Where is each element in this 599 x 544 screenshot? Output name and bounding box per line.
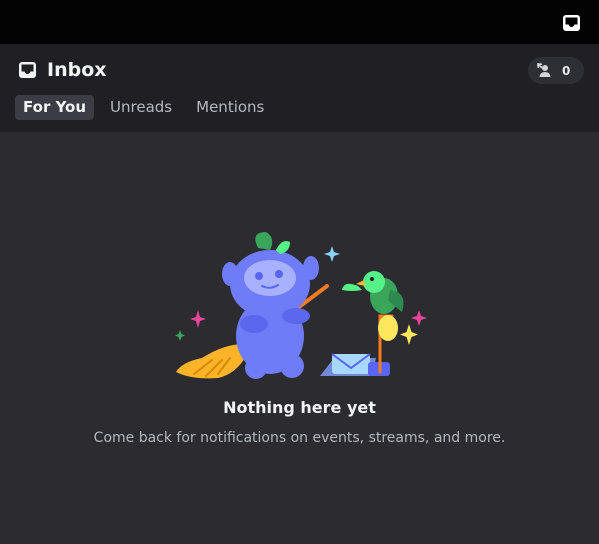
tab-mentions[interactable]: Mentions (188, 95, 272, 120)
inbox-content: Nothing here yet Come back for notificat… (0, 132, 599, 544)
page-title: Inbox (47, 59, 107, 81)
friend-request-icon (537, 62, 553, 79)
inbox-tabs: For You Unreads Mentions (15, 95, 280, 120)
inbox-icon (19, 62, 36, 78)
top-bar (0, 0, 599, 44)
friend-request-count: 0 (562, 63, 571, 78)
tab-unreads[interactable]: Unreads (102, 95, 180, 120)
inbox-button[interactable] (561, 14, 581, 32)
friend-requests-button[interactable]: 0 (528, 57, 584, 84)
empty-state-title: Nothing here yet (223, 398, 376, 417)
inbox-header: Inbox 0 For You Unreads Mentions (0, 44, 599, 132)
title-row: Inbox (18, 58, 107, 82)
empty-state-subtitle: Come back for notifications on events, s… (93, 430, 506, 446)
inbox-icon (562, 15, 580, 31)
empty-state-illustration (175, 232, 427, 379)
tab-for-you[interactable]: For You (15, 95, 95, 120)
